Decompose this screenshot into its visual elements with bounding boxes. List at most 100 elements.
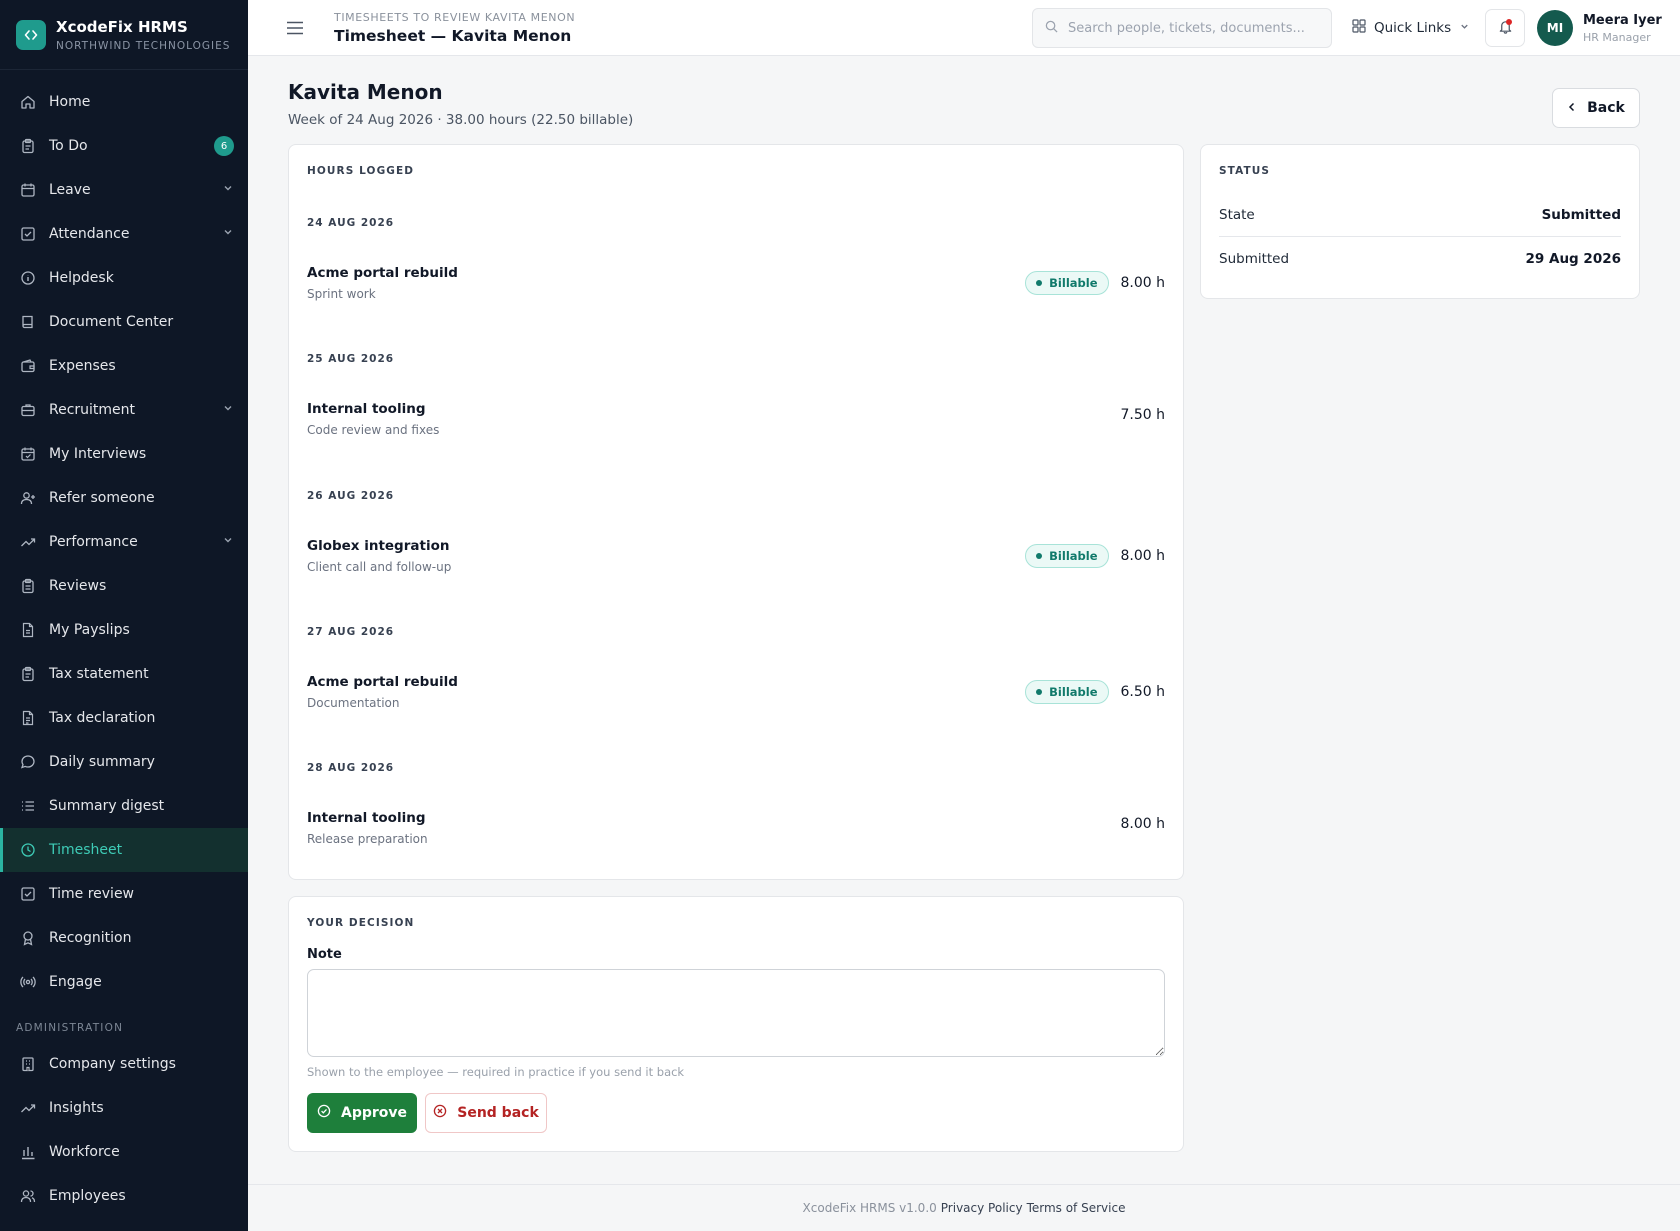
note-textarea[interactable] bbox=[307, 969, 1165, 1057]
sidebar-item-label: Tax declaration bbox=[49, 710, 156, 726]
sidebar-item-engage[interactable]: Engage bbox=[0, 960, 248, 1004]
search-input[interactable] bbox=[1068, 20, 1318, 36]
sidebar-item-label: Timesheet bbox=[49, 842, 123, 858]
billable-badge: Billable bbox=[1025, 271, 1109, 295]
notifications-button[interactable] bbox=[1485, 9, 1525, 47]
privacy-policy-link[interactable]: Privacy Policy bbox=[941, 1201, 1023, 1215]
hours-value: 8.00 h bbox=[1120, 816, 1166, 832]
sidebar-item-recruitment[interactable]: Recruitment bbox=[0, 388, 248, 432]
sidebar-item-performance[interactable]: Performance bbox=[0, 520, 248, 564]
submitted-value: 29 Aug 2026 bbox=[1525, 251, 1621, 267]
sidebar-item-document-center[interactable]: Document Center bbox=[0, 300, 248, 344]
brand-name: XcodeFix HRMS bbox=[56, 17, 188, 36]
back-label: Back bbox=[1587, 100, 1625, 116]
sidebar-item-reviews[interactable]: Reviews bbox=[0, 564, 248, 608]
sidebar-item-employees[interactable]: Employees bbox=[0, 1174, 248, 1218]
terms-of-service-link[interactable]: Terms of Service bbox=[1027, 1201, 1126, 1215]
menu-icon[interactable] bbox=[284, 21, 306, 35]
back-button[interactable]: Back bbox=[1552, 88, 1640, 128]
sidebar-item-label: Summary digest bbox=[49, 798, 165, 814]
sidebar-item-timesheet[interactable]: Timesheet bbox=[0, 828, 248, 872]
status-row-state: State Submitted bbox=[1219, 193, 1621, 237]
chevron-left-icon bbox=[1567, 100, 1577, 116]
hours-value: 8.00 h bbox=[1120, 548, 1166, 564]
sidebar-item-attendance[interactable]: Attendance bbox=[0, 212, 248, 256]
sidebar-item-company-settings[interactable]: Company settings bbox=[0, 1042, 248, 1086]
hours-logged-card: HOURS LOGGED 24 AUG 2026 Acme portal reb… bbox=[288, 144, 1184, 880]
entry-description: Release preparation bbox=[307, 832, 428, 846]
status-card: STATUS State Submitted Submitted 29 Aug … bbox=[1200, 144, 1640, 299]
avatar: MI bbox=[1537, 10, 1573, 46]
sidebar-item-workforce[interactable]: Workforce bbox=[0, 1130, 248, 1174]
sidebar-item-my-interviews[interactable]: My Interviews bbox=[0, 432, 248, 476]
day-date: 28 AUG 2026 bbox=[307, 762, 395, 774]
sidebar-item-tax-statement[interactable]: Tax statement bbox=[0, 652, 248, 696]
sidebar-item-label: Home bbox=[49, 94, 91, 110]
home-icon bbox=[20, 94, 36, 110]
day-date: 24 AUG 2026 bbox=[307, 217, 395, 229]
check-square-icon bbox=[20, 886, 36, 902]
sidebar-item-summary-digest[interactable]: Summary digest bbox=[0, 784, 248, 828]
file-icon bbox=[20, 622, 36, 638]
building-icon bbox=[20, 1056, 36, 1072]
hours-value: 8.00 h bbox=[1120, 275, 1166, 291]
sidebar-item-helpdesk[interactable]: Helpdesk bbox=[0, 256, 248, 300]
day-group: 25 AUG 2026 Internal tooling Code review… bbox=[307, 353, 1165, 489]
entry-description: Code review and fixes bbox=[307, 423, 440, 437]
sidebar-item-label: Helpdesk bbox=[49, 270, 114, 286]
search-icon bbox=[1045, 20, 1058, 37]
sidebar-item-refer-someone[interactable]: Refer someone bbox=[0, 476, 248, 520]
footer: XcodeFix HRMS v1.0.0 Privacy Policy Term… bbox=[248, 1184, 1680, 1231]
approve-button[interactable]: Approve bbox=[307, 1093, 417, 1133]
book-icon bbox=[20, 314, 36, 330]
x-circle-icon bbox=[433, 1104, 447, 1122]
chevron-down-icon[interactable] bbox=[222, 226, 234, 242]
sidebar: XcodeFix HRMS NORTHWIND TECHNOLOGIES Hom… bbox=[0, 0, 248, 1231]
quick-links-label: Quick Links bbox=[1374, 20, 1452, 36]
brand[interactable]: XcodeFix HRMS NORTHWIND TECHNOLOGIES bbox=[0, 0, 248, 70]
list-item: Acme portal rebuild Sprint work Billable… bbox=[307, 265, 1165, 309]
sidebar-item-time-review[interactable]: Time review bbox=[0, 872, 248, 916]
radio-icon bbox=[20, 974, 36, 990]
sidebar-item-tax-declaration[interactable]: Tax declaration bbox=[0, 696, 248, 740]
dot-icon bbox=[1036, 280, 1043, 286]
sidebar-item-expenses[interactable]: Expenses bbox=[0, 344, 248, 388]
sidebar-item-daily-summary[interactable]: Daily summary bbox=[0, 740, 248, 784]
week-summary: Week of 24 Aug 2026 · 38.00 hours (22.50… bbox=[288, 112, 634, 128]
sidebar-item-my-payslips[interactable]: My Payslips bbox=[0, 608, 248, 652]
sidebar-nav: Home To Do 6 Leave Attendance Helpdesk D… bbox=[0, 70, 248, 1218]
trending-up-icon bbox=[20, 1100, 36, 1116]
sidebar-item-label: Recruitment bbox=[49, 402, 136, 418]
breadcrumb[interactable]: TIMESHEETS TO REVIEW KAVITA MENON bbox=[334, 11, 575, 24]
sidebar-item-label: Performance bbox=[49, 534, 138, 550]
sidebar-item-label: Leave bbox=[49, 182, 91, 198]
send-back-button[interactable]: Send back bbox=[425, 1093, 547, 1133]
sidebar-item-todo[interactable]: To Do 6 bbox=[0, 124, 248, 168]
sidebar-item-recognition[interactable]: Recognition bbox=[0, 916, 248, 960]
sidebar-item-label: Tax statement bbox=[49, 666, 149, 682]
sidebar-item-home[interactable]: Home bbox=[0, 80, 248, 124]
sidebar-item-label: Employees bbox=[49, 1188, 126, 1204]
send-back-label: Send back bbox=[457, 1105, 539, 1121]
billable-label: Billable bbox=[1049, 685, 1098, 699]
sidebar-item-insights[interactable]: Insights bbox=[0, 1086, 248, 1130]
search-box[interactable] bbox=[1032, 8, 1332, 48]
submitted-key: Submitted bbox=[1219, 251, 1290, 267]
chevron-down-icon[interactable] bbox=[222, 402, 234, 418]
grid-icon bbox=[1352, 19, 1366, 37]
sidebar-item-leave[interactable]: Leave bbox=[0, 168, 248, 212]
user-menu[interactable]: MI Meera Iyer HR Manager bbox=[1537, 10, 1662, 46]
notification-dot bbox=[1506, 19, 1512, 25]
sidebar-item-label: Company settings bbox=[49, 1056, 176, 1072]
calendar-check-icon bbox=[20, 446, 36, 462]
employee-name: Kavita Menon bbox=[288, 80, 443, 104]
quick-links-button[interactable]: Quick Links bbox=[1352, 8, 1470, 48]
clipboard-icon bbox=[20, 138, 36, 154]
clock-icon bbox=[20, 842, 36, 858]
status-row-submitted: Submitted 29 Aug 2026 bbox=[1219, 237, 1621, 281]
list-icon bbox=[20, 798, 36, 814]
chevron-down-icon[interactable] bbox=[222, 182, 234, 198]
project-name: Internal tooling bbox=[307, 401, 426, 417]
chevron-down-icon[interactable] bbox=[222, 534, 234, 550]
hours-logged-label: HOURS LOGGED bbox=[307, 165, 415, 177]
